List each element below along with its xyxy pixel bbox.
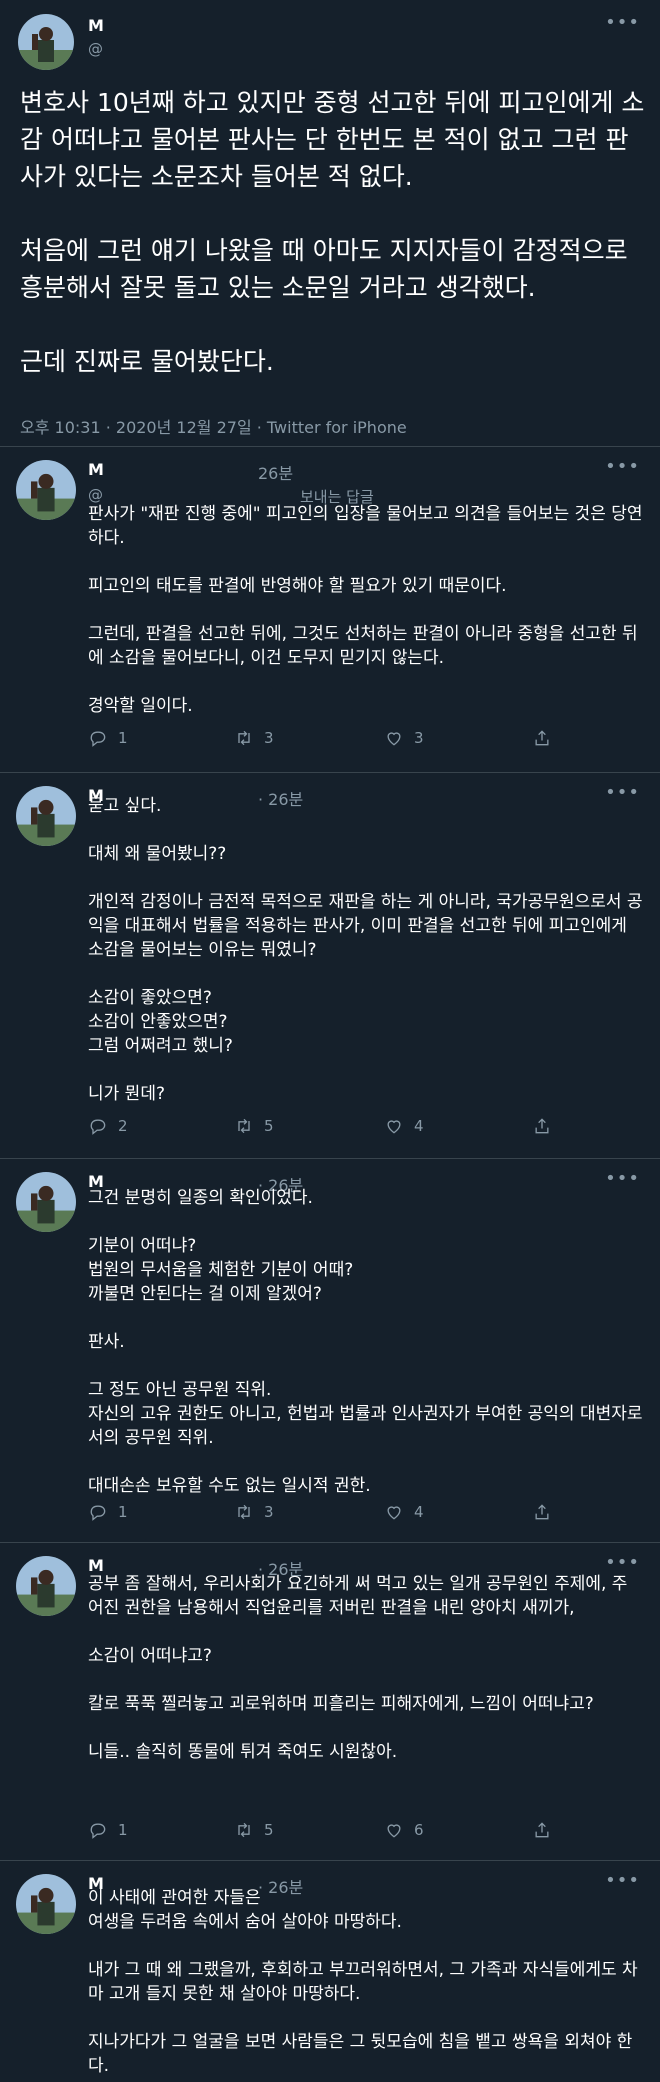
tweet-text: 그건 분명히 일종의 확인이었다. 기분이 어떠냐? 법원의 무서움을 체험한 …	[88, 1188, 643, 1496]
retweet-icon	[238, 1118, 250, 1134]
author-name[interactable]: M	[88, 16, 104, 35]
retweet-icon	[238, 730, 250, 746]
reply-icon	[90, 1119, 106, 1135]
reply-count: 1	[118, 1503, 128, 1521]
reply-tweet[interactable]: M 26분 ••• @ 보내는 답글 판사가 "재판 진행 중에" 피고인의 입…	[0, 446, 660, 773]
retweet-count: 5	[264, 1117, 274, 1135]
reply-button[interactable]: 2	[88, 1116, 128, 1136]
tweet-text: 판사가 "재판 진행 중에" 피고인의 입장을 물어보고 의견을 들어보는 것은…	[88, 504, 643, 716]
share-button[interactable]	[532, 1116, 552, 1136]
like-icon	[387, 1120, 401, 1134]
reply-button[interactable]: 1	[88, 728, 128, 748]
avatar[interactable]	[16, 1556, 76, 1616]
more-icon[interactable]: •••	[605, 1552, 640, 1573]
avatar[interactable]	[18, 14, 74, 70]
reply-count: 2	[118, 1117, 128, 1135]
share-icon	[535, 1118, 549, 1134]
retweet-button[interactable]: 3	[234, 1502, 274, 1522]
reply-tweet[interactable]: M · 26분 ••• 이 사태에 관여한 자들은 여생을 두려움 속에서 숨어…	[0, 1860, 660, 2082]
share-icon	[535, 1822, 549, 1838]
like-icon	[387, 1506, 401, 1520]
more-icon[interactable]: •••	[605, 456, 640, 477]
retweet-button[interactable]: 3	[234, 728, 274, 748]
like-count: 3	[414, 729, 424, 747]
tweet-actions: 1 3 3	[88, 728, 558, 752]
like-count: 6	[414, 1821, 424, 1839]
retweet-count: 3	[264, 1503, 274, 1521]
share-button[interactable]	[532, 1820, 552, 1840]
reply-tweet[interactable]: M · 26분 ••• 묻고 싶다. 대체 왜 물어봤니?? 개인적 감정이나 …	[0, 772, 660, 1159]
like-icon	[387, 1824, 401, 1838]
reply-icon	[90, 1823, 106, 1839]
retweet-button[interactable]: 5	[234, 1820, 274, 1840]
share-button[interactable]	[532, 728, 552, 748]
reply-tweet[interactable]: M · 26분 ••• 공부 좀 잘해서, 우리사회가 요긴하게 써 먹고 있는…	[0, 1542, 660, 1861]
reply-button[interactable]: 1	[88, 1502, 128, 1522]
avatar[interactable]	[16, 1874, 76, 1934]
tweet-text: 묻고 싶다. 대체 왜 물어봤니?? 개인적 감정이나 금전적 목적으로 재판을…	[88, 796, 643, 1104]
retweet-icon	[238, 1822, 250, 1838]
share-icon	[535, 730, 549, 746]
main-tweet: M @ ••• 변호사 10년째 하고 있지만 중형 선고한 뒤에 피고인에게 …	[0, 0, 660, 447]
tweet-text: 변호사 10년째 하고 있지만 중형 선고한 뒤에 피고인에게 소감 어떠냐고 …	[20, 88, 645, 376]
tweet-actions: 1 5 6	[88, 1820, 558, 1844]
reply-count: 1	[118, 1821, 128, 1839]
more-icon[interactable]: •••	[605, 12, 640, 33]
like-count: 4	[414, 1117, 424, 1135]
reply-tweet[interactable]: M · 26분 ••• 그건 분명히 일종의 확인이었다. 기분이 어떠냐? 법…	[0, 1158, 660, 1543]
reply-icon	[90, 1505, 106, 1521]
retweet-count: 5	[264, 1821, 274, 1839]
like-button[interactable]: 6	[384, 1820, 424, 1840]
reply-count: 1	[118, 729, 128, 747]
like-button[interactable]: 4	[384, 1116, 424, 1136]
tweet-text: 공부 좀 잘해서, 우리사회가 요긴하게 써 먹고 있는 일개 공무원인 주제에…	[88, 1574, 628, 1762]
like-icon	[387, 732, 401, 746]
tweet-actions: 2 5 4	[88, 1116, 558, 1140]
avatar[interactable]	[16, 460, 76, 520]
tweet-text: 이 사태에 관여한 자들은 여생을 두려움 속에서 숨어 살아야 마땅하다. 내…	[88, 1888, 638, 2076]
tweet-timestamp[interactable]: 오후 10:31 · 2020년 12월 27일 · Twitter for i…	[20, 414, 407, 438]
like-button[interactable]: 4	[384, 1502, 424, 1522]
retweet-button[interactable]: 5	[234, 1116, 274, 1136]
reply-icon	[90, 731, 106, 747]
share-button[interactable]	[532, 1502, 552, 1522]
like-button[interactable]: 3	[384, 728, 424, 748]
share-icon	[535, 1504, 549, 1520]
retweet-count: 3	[264, 729, 274, 747]
tweet-actions: 1 3 4	[88, 1502, 558, 1526]
reply-button[interactable]: 1	[88, 1820, 128, 1840]
tweet-time[interactable]: 26분	[258, 460, 293, 484]
twitter-thread: M @ ••• 변호사 10년째 하고 있지만 중형 선고한 뒤에 피고인에게 …	[0, 0, 660, 2082]
like-count: 4	[414, 1503, 424, 1521]
avatar[interactable]	[16, 786, 76, 846]
author-name[interactable]: M	[88, 460, 104, 479]
retweet-icon	[238, 1504, 250, 1520]
avatar[interactable]	[16, 1172, 76, 1232]
author-handle[interactable]: @	[88, 40, 103, 58]
